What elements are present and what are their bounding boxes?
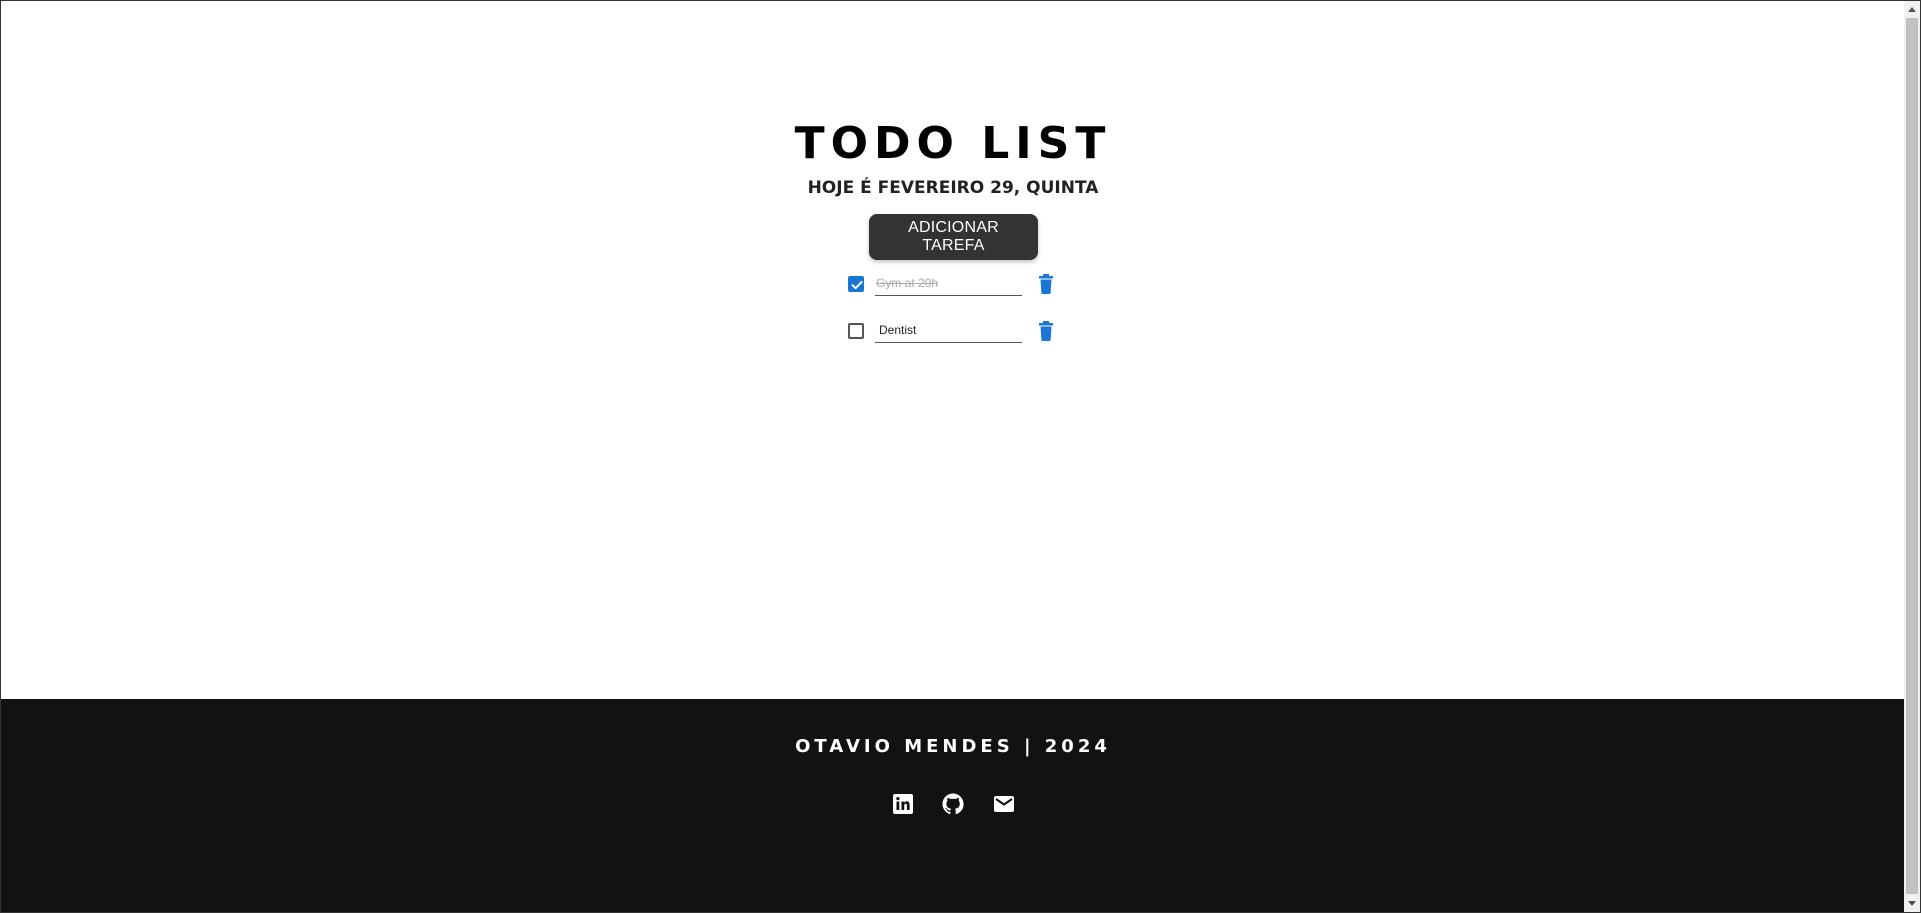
task-item	[841, 313, 1061, 353]
vertical-scrollbar[interactable]	[1904, 1, 1920, 912]
footer: OTAVIO MENDES | 2024	[1, 699, 1905, 912]
delete-task-button[interactable]	[1036, 273, 1056, 295]
task-text-input[interactable]	[875, 317, 1022, 343]
task-text-input[interactable]	[875, 270, 1022, 296]
footer-credit: OTAVIO MENDES | 2024	[795, 736, 1111, 757]
scrollbar-thumb[interactable]	[1906, 18, 1918, 894]
task-checkbox[interactable]	[848, 323, 864, 339]
add-task-button[interactable]: ADICIONAR TAREFA	[869, 214, 1038, 260]
delete-task-button[interactable]	[1036, 320, 1056, 342]
check-icon	[851, 281, 863, 290]
trash-icon	[1039, 274, 1053, 294]
task-item	[841, 266, 1061, 306]
github-icon	[942, 793, 964, 815]
main-content: TODO LIST HOJE É FEVEREIRO 29, QUINTA AD…	[1, 1, 1905, 699]
scroll-down-arrow-icon[interactable]	[1908, 901, 1916, 906]
github-link[interactable]	[941, 792, 965, 816]
date-subtitle: HOJE É FEVEREIRO 29, QUINTA	[807, 178, 1099, 198]
email-link[interactable]	[992, 792, 1016, 816]
task-checkbox[interactable]	[848, 276, 864, 292]
mail-icon	[994, 796, 1014, 812]
linkedin-link[interactable]	[891, 792, 915, 816]
page: TODO LIST HOJE É FEVEREIRO 29, QUINTA AD…	[1, 1, 1905, 912]
linkedin-icon	[893, 794, 913, 814]
trash-icon	[1039, 321, 1053, 341]
scroll-up-arrow-icon[interactable]	[1908, 7, 1916, 12]
page-title: TODO LIST	[794, 118, 1112, 169]
